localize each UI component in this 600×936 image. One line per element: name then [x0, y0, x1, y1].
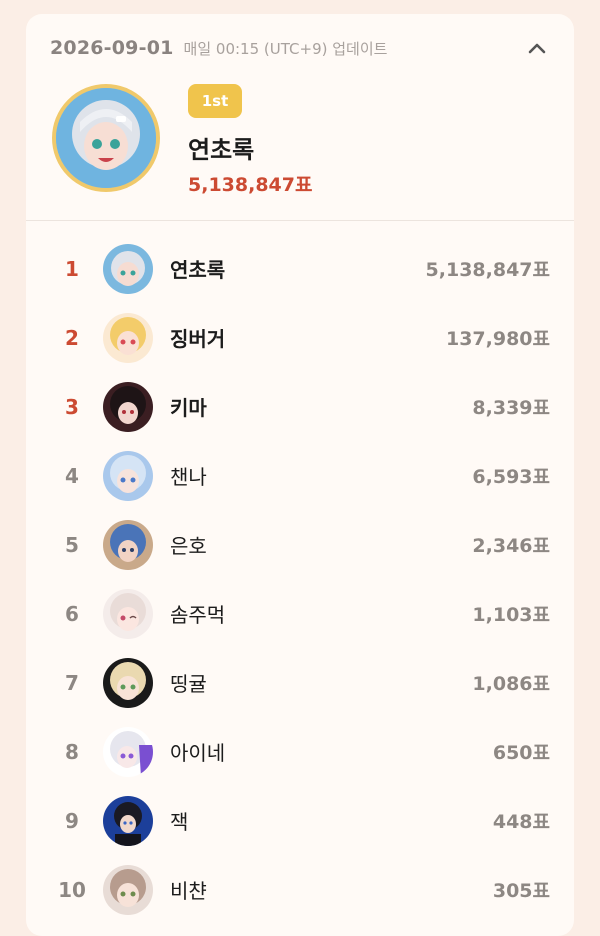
vote-count: 8,339표: [472, 397, 550, 419]
avatar: [103, 451, 153, 501]
update-note: 매일 00:15 (UTC+9) 업데이트: [183, 39, 388, 58]
vote-count: 448표: [492, 811, 550, 833]
streamer-name: 비챤: [170, 879, 207, 903]
vote-count: 5,138,847표: [425, 259, 550, 281]
ranking-row[interactable]: 6 솜주먹 1,103표: [26, 579, 574, 648]
vote-count: 6,593표: [472, 466, 550, 488]
winner-name: 연초록: [188, 136, 255, 164]
vote-count: 1,103표: [472, 604, 550, 626]
streamer-name: 잭: [170, 810, 189, 834]
ranking-row[interactable]: 8 아이네 650표: [26, 717, 574, 786]
avatar: [103, 520, 153, 570]
rank-number: 8: [65, 739, 79, 764]
rank-number: 4: [65, 463, 79, 488]
ranking-date: 2026-09-01: [50, 37, 174, 59]
ranking-header: 2026-09-01 매일 00:15 (UTC+9) 업데이트: [50, 36, 550, 60]
vote-count: 305표: [492, 880, 550, 902]
streamer-name: 연초록: [170, 258, 226, 282]
avatar: [103, 658, 153, 708]
rank-number: 9: [65, 808, 79, 833]
chevron-up-icon: [528, 43, 546, 54]
rank-number: 6: [65, 601, 79, 626]
streamer-name: 징버거: [170, 327, 226, 351]
winner-votes: 5,138,847표: [188, 174, 313, 196]
streamer-name: 키마: [170, 396, 207, 420]
avatar: [103, 382, 153, 432]
rank-number: 5: [65, 532, 79, 557]
streamer-name: 은호: [170, 534, 207, 558]
rank-number: 7: [65, 670, 79, 695]
first-place-badge: 1st: [188, 84, 242, 118]
ranking-row[interactable]: 7 띵귤 1,086표: [26, 648, 574, 717]
collapse-button[interactable]: [524, 36, 550, 60]
vote-count: 137,980표: [445, 328, 550, 350]
avatar: [103, 589, 153, 639]
ranking-row[interactable]: 3 키마 8,339표: [26, 372, 574, 441]
divider: [26, 220, 574, 221]
streamer-name: 챈나: [170, 465, 207, 489]
avatar: [103, 313, 153, 363]
ranking-row[interactable]: 4 챈나 6,593표: [26, 441, 574, 510]
rank-number: 1: [65, 256, 79, 281]
ranking-row[interactable]: 10 비챤 305표: [26, 855, 574, 924]
ranking-row[interactable]: 5 은호 2,346표: [26, 510, 574, 579]
ranking-row[interactable]: 1 연초록 5,138,847표: [26, 234, 574, 303]
rank-number: 2: [65, 325, 79, 350]
avatar: [103, 796, 153, 846]
streamer-name: 띵귤: [170, 672, 207, 696]
vote-count: 2,346표: [472, 535, 550, 557]
avatar: [103, 727, 153, 777]
streamer-name: 솜주먹: [170, 603, 226, 627]
avatar: [103, 865, 153, 915]
rank-number: 3: [65, 394, 79, 419]
streamer-name: 아이네: [170, 741, 226, 765]
rank-number: 10: [58, 877, 86, 902]
ranking-list: 1 연초록 5,138,847표 2 징버거 137,980표 3 키마 8,3…: [26, 234, 574, 924]
ranking-row[interactable]: 2 징버거 137,980표: [26, 303, 574, 372]
winner-avatar: [52, 84, 160, 192]
vote-count: 1,086표: [472, 673, 550, 695]
ranking-card: 2026-09-01 매일 00:15 (UTC+9) 업데이트 1st 연초록…: [26, 14, 574, 936]
ranking-row[interactable]: 9 잭 448표: [26, 786, 574, 855]
vote-count: 650표: [492, 742, 550, 764]
avatar: [103, 244, 153, 294]
